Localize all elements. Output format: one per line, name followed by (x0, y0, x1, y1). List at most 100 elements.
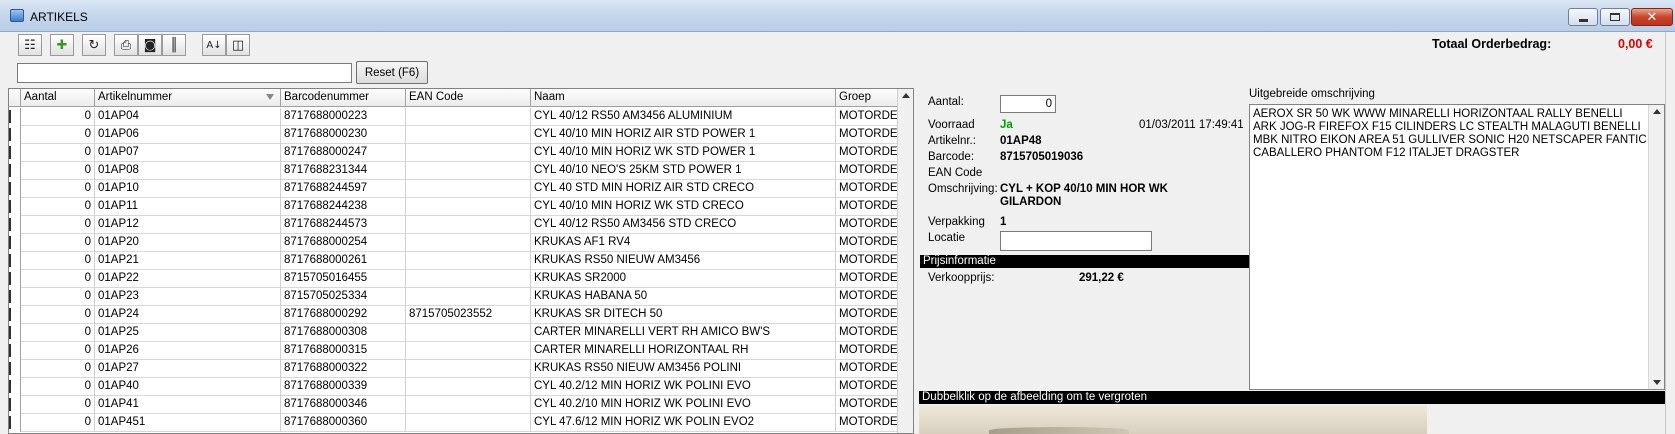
cell-aantal: 0 (21, 324, 95, 342)
cell-aantal: 0 (21, 414, 95, 432)
table-row[interactable]: 0 01AP41 8717688000346 CYL 40.2/10 MIN HORI… (9, 396, 906, 414)
table-row[interactable]: 0 01AP40 8717688000339 CYL 40.2/12 MIN HORI… (9, 378, 906, 396)
cell-groep: MOTORDELE (836, 108, 906, 126)
barcode-button[interactable]: ║ (162, 34, 186, 56)
cell-aantal: 0 (21, 162, 95, 180)
table-row[interactable]: 0 01AP12 8717688244573 CYL 40/12 RS50 AM345… (9, 216, 906, 234)
row-selector[interactable] (9, 234, 21, 252)
row-selector[interactable] (9, 342, 21, 360)
row-selector[interactable] (9, 162, 21, 180)
barcode-label: Barcode: (928, 151, 975, 163)
column-header-artikelnummer[interactable]: Artikelnummer (95, 89, 281, 107)
cell-naam: CYL 40.2/10 MIN HORIZ WK POLINI EVO (531, 396, 836, 414)
window-scrollbar[interactable] (1665, 32, 1675, 434)
favorite-button[interactable]: ✚ (50, 34, 74, 56)
aantal-input[interactable]: 0 (1000, 95, 1056, 113)
cell-ean-code (406, 360, 531, 378)
print-button[interactable]: ⎙ (114, 34, 138, 56)
column-header-groep[interactable]: Groep (836, 89, 906, 107)
table-row[interactable]: 0 01AP10 8717688244597 CYL 40 STD MIN HORIZ… (9, 180, 906, 198)
locatie-input[interactable] (1000, 231, 1152, 251)
row-selector[interactable] (9, 108, 21, 126)
camera-button[interactable]: ◙ (138, 34, 162, 56)
row-selector[interactable] (9, 252, 21, 270)
cell-aantal: 0 (21, 108, 95, 126)
table-row[interactable]: 0 01AP07 8717688000247 CYL 40/10 MIN HORIZ … (9, 144, 906, 162)
table-row[interactable]: 0 01AP25 8717688000308 CARTER MINARELLI VER… (9, 324, 906, 342)
cell-groep: MOTORDELE (836, 162, 906, 180)
table-row[interactable]: 0 01AP27 8717688000322 KRUKAS RS50 NIEUW AM… (9, 360, 906, 378)
product-image[interactable] (919, 405, 1427, 434)
columns-button[interactable]: ◫ (226, 34, 250, 56)
row-selector[interactable] (9, 360, 21, 378)
table-row[interactable]: 0 01AP20 8717688000254 KRUKAS AF1 RV4 MOTORD… (9, 234, 906, 252)
row-selector[interactable] (9, 324, 21, 342)
minimize-button[interactable] (1568, 8, 1598, 26)
barcode-icon: ║ (170, 37, 178, 53)
cell-aantal: 0 (21, 234, 95, 252)
cell-artikelnummer: 01AP451 (95, 414, 281, 432)
description-scrollbar[interactable] (1648, 105, 1664, 389)
cell-naam: CYL 40/10 MIN HORIZ AIR STD POWER 1 (531, 126, 836, 144)
cell-barcodenummer: 8717688244573 (281, 216, 406, 234)
cell-barcodenummer: 8717688244597 (281, 180, 406, 198)
table-row[interactable]: 0 01AP451 8717688000360 CYL 47.6/12 MIN HOR… (9, 414, 906, 432)
refresh-button[interactable]: ↻ (82, 34, 106, 56)
table-row[interactable]: 0 01AP23 8715705025334 KRUKAS HABANA 50 MOTO… (9, 288, 906, 306)
column-header-barcodenummer[interactable]: Barcodenummer (281, 89, 406, 107)
cell-groep: MOTORDELE (836, 216, 906, 234)
cell-artikelnummer: 01AP40 (95, 378, 281, 396)
row-selector[interactable] (9, 270, 21, 288)
column-header-naam[interactable]: Naam (531, 89, 836, 107)
table-row[interactable]: 0 01AP26 8717688000315 CARTER MINARELLI HOR… (9, 342, 906, 360)
grid-scrollbar[interactable] (897, 89, 913, 433)
row-selector[interactable] (9, 144, 21, 162)
cell-artikelnummer: 01AP25 (95, 324, 281, 342)
table-row[interactable]: 0 01AP04 8717688000223 CYL 40/12 RS50 AM345… (9, 108, 906, 126)
table-row[interactable]: 0 01AP06 8717688000230 CYL 40/10 MIN HORIZ … (9, 126, 906, 144)
row-selector[interactable] (9, 396, 21, 414)
close-button[interactable]: ✕ (1631, 8, 1673, 26)
cell-naam: CYL 40.2/12 MIN HORIZ WK POLINI EVO (531, 378, 836, 396)
row-selector[interactable] (9, 216, 21, 234)
cell-ean-code (406, 396, 531, 414)
row-selector[interactable] (9, 198, 21, 216)
table-row[interactable]: 0 01AP08 8717688231344 CYL 40/10 NEO'S 25KM… (9, 162, 906, 180)
sort-descending-icon (266, 94, 274, 100)
properties-button[interactable]: ☷ (18, 34, 42, 56)
barcode-value: 8715705019036 (1000, 151, 1084, 163)
table-row[interactable]: 0 01AP22 8715705016455 KRUKAS SR2000 MOTORDE… (9, 270, 906, 288)
row-selector[interactable] (9, 288, 21, 306)
cell-artikelnummer: 01AP21 (95, 252, 281, 270)
row-selector[interactable] (9, 180, 21, 198)
cell-barcodenummer: 8717688244238 (281, 198, 406, 216)
cell-aantal: 0 (21, 306, 95, 324)
row-selector[interactable] (9, 414, 21, 432)
sort-button[interactable]: A↓ (202, 34, 226, 56)
search-input[interactable] (17, 63, 352, 83)
reset-button[interactable]: Reset (F6) (356, 61, 428, 84)
row-selector[interactable] (9, 378, 21, 396)
description-label: Uitgebreide omschrijving (1249, 88, 1375, 100)
cell-aantal: 0 (21, 342, 95, 360)
column-header-aantal[interactable]: Aantal (21, 89, 95, 107)
description-textarea[interactable]: AEROX SR 50 WK WWW MINARELLI HORIZONTAAL… (1249, 104, 1665, 390)
cell-barcodenummer: 8717688000346 (281, 396, 406, 414)
cell-barcodenummer: 8717688000247 (281, 144, 406, 162)
ean-code-label: EAN Code (928, 167, 983, 179)
row-selector[interactable] (9, 306, 21, 324)
table-row[interactable]: 0 01AP21 8717688000261 KRUKAS RS50 NIEUW AM… (9, 252, 906, 270)
cell-naam: CYL 40/10 MIN HORIZ WK STD POWER 1 (531, 144, 836, 162)
image-hint-bar: Dubbelklik op de afbeelding om te vergro… (919, 391, 1665, 404)
table-row[interactable]: 0 01AP24 8717688000292 8715705023552 KRUKAS … (9, 306, 906, 324)
cell-barcodenummer: 8717688000223 (281, 108, 406, 126)
cell-groep: MOTORDELE (836, 198, 906, 216)
table-row[interactable]: 0 01AP11 8717688244238 CYL 40/10 MIN HORIZ … (9, 198, 906, 216)
cell-aantal: 0 (21, 180, 95, 198)
cell-aantal: 0 (21, 396, 95, 414)
row-selector[interactable] (9, 126, 21, 144)
cell-barcodenummer: 8717688000308 (281, 324, 406, 342)
maximize-button[interactable] (1600, 8, 1630, 26)
column-header-ean-code[interactable]: EAN Code (406, 89, 531, 107)
articles-grid: Aantal Artikelnummer Barcodenummer EAN C… (8, 88, 914, 434)
